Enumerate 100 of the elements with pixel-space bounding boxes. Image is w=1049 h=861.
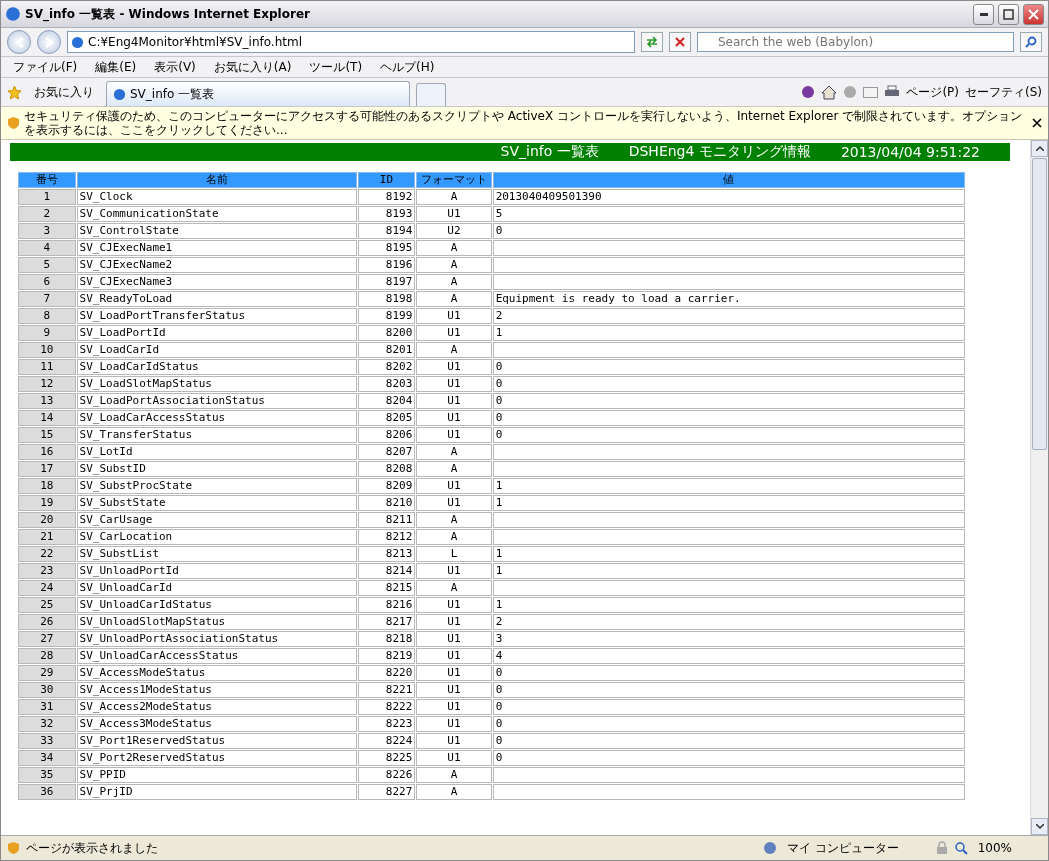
table-cell: SV_UnloadCarAccessStatus (76, 648, 357, 664)
forward-button[interactable] (37, 30, 61, 54)
banner-subtitle: DSHEng4 モニタリング情報 (628, 143, 811, 161)
row-number-cell: 36 (18, 784, 76, 800)
row-number-cell: 12 (18, 376, 76, 392)
row-number-cell: 18 (18, 478, 76, 494)
table-cell: 8217 (357, 614, 416, 630)
table-cell: 0 (492, 393, 965, 409)
table-cell: SV_Access2ModeStatus (76, 699, 357, 715)
menu-item[interactable]: ツール(T) (303, 56, 369, 78)
table-cell: U1 (416, 376, 492, 392)
close-button[interactable] (1023, 3, 1044, 25)
menu-item[interactable]: 表示(V) (148, 56, 202, 78)
scroll-down-button[interactable] (1031, 818, 1048, 835)
table-cell: L (416, 546, 492, 562)
row-number-cell: 29 (18, 665, 76, 681)
table-cell: A (416, 580, 492, 596)
table-cell: 8221 (357, 682, 416, 698)
table-cell: 8218 (357, 631, 416, 647)
information-bar[interactable]: セキュリティ保護のため、このコンピューターにアクセスする可能性のあるスクリプトや ActiveX コントロールを実行しないよう、Internet Explorer で制限されています。オプションを表示するには、ここをクリックしてください... (1, 107, 1048, 140)
address-field[interactable]: C:¥Eng4Monitor¥html¥SV_info.html (67, 31, 635, 53)
table-cell: A (416, 274, 492, 290)
table-cell: 8204 (357, 393, 416, 409)
row-number-cell: 17 (18, 461, 76, 477)
table-cell: A (416, 444, 492, 460)
column-header: 名前 (76, 172, 357, 188)
row-number-cell: 27 (18, 631, 76, 647)
row-number-cell: 19 (18, 495, 76, 511)
close-icon (675, 37, 685, 47)
table-cell: U1 (416, 648, 492, 664)
table-cell: SV_SubstProcState (76, 478, 357, 494)
table-cell: 8208 (357, 461, 416, 477)
scroll-up-button[interactable] (1031, 140, 1048, 157)
table-cell: SV_Access1ModeStatus (76, 682, 357, 698)
favorites-button[interactable]: お気に入り (28, 81, 100, 103)
zoom-level[interactable]: 100% (973, 841, 1042, 855)
table-cell: 3 (492, 631, 965, 647)
table-cell: U1 (416, 750, 492, 766)
home-icon[interactable] (821, 84, 838, 100)
search-button[interactable] (1020, 32, 1042, 52)
table-cell: 0 (492, 223, 965, 239)
row-number-cell: 1 (18, 189, 76, 205)
row-number-cell: 4 (18, 240, 76, 256)
table-cell: 8202 (357, 359, 416, 375)
down-caret-icon (1035, 824, 1044, 829)
up-caret-icon (1035, 146, 1044, 151)
table-cell: SV_LoadCarAccessStatus (76, 410, 357, 426)
shield-warning-icon (7, 116, 20, 130)
table-cell: 8192 (357, 189, 416, 205)
table-cell: SV_PPID (76, 767, 357, 783)
mail-icon[interactable] (863, 86, 879, 98)
command-menu[interactable]: セーフティ(S) (965, 83, 1042, 101)
close-icon[interactable] (1032, 118, 1042, 128)
row-number-cell: 9 (18, 325, 76, 341)
table-cell: 0 (492, 750, 965, 766)
menu-item[interactable]: 編集(E) (89, 56, 143, 78)
table-cell: 8199 (357, 308, 416, 324)
table-cell: 8215 (357, 580, 416, 596)
table-cell: A (416, 291, 492, 307)
scrollbar-thumb[interactable] (1032, 158, 1047, 450)
menu-item[interactable]: ヘルプ(H) (374, 56, 441, 78)
search-field[interactable]: Search the web (Babylon) (697, 32, 1014, 52)
table-cell: 0 (492, 716, 965, 732)
table-cell: U1 (416, 410, 492, 426)
table-cell: A (416, 461, 492, 477)
print-icon[interactable] (884, 85, 901, 99)
row-number-cell: 8 (18, 308, 76, 324)
table-cell: U2 (416, 223, 492, 239)
table-cell: SV_Port2ReservedStatus (76, 750, 357, 766)
row-number-cell: 31 (18, 699, 76, 715)
row-number-cell: 6 (18, 274, 76, 290)
table-cell: A (416, 784, 492, 800)
menu-item[interactable]: お気に入り(A) (207, 56, 298, 78)
window-title: SV_info 一覧表 - Windows Internet Explorer (25, 5, 311, 23)
browser-tab[interactable]: SV_info 一覧表 (106, 81, 410, 106)
table-cell: A (416, 240, 492, 256)
table-cell: SV_CommunicationState (76, 206, 357, 222)
table-cell: 1 (492, 325, 965, 341)
table-cell: 8201 (357, 342, 416, 358)
minimize-button[interactable] (973, 3, 994, 25)
table-cell: SV_LoadSlotMapStatus (76, 376, 357, 392)
table-cell: 8225 (357, 750, 416, 766)
table-cell: 8209 (357, 478, 416, 494)
maximize-button[interactable] (998, 3, 1019, 25)
search-icon (1025, 36, 1037, 48)
table-cell: 8212 (357, 529, 416, 545)
table-cell: SV_SubstList (76, 546, 357, 562)
row-number-cell: 11 (18, 359, 76, 375)
refresh-button[interactable] (641, 32, 663, 52)
table-cell: 0 (492, 376, 965, 392)
security-zone: マイ コンピューター (785, 839, 900, 857)
back-button[interactable] (7, 30, 31, 54)
table-cell: 8203 (357, 376, 416, 392)
stop-button[interactable] (669, 32, 691, 52)
table-cell: A (416, 767, 492, 783)
table-cell: 0 (492, 359, 965, 375)
table-cell: SV_LoadPortTransferStatus (76, 308, 357, 324)
command-menu[interactable]: ページ(P) (906, 83, 959, 101)
table-cell: U1 (416, 733, 492, 749)
menu-item[interactable]: ファイル(F) (7, 56, 84, 78)
